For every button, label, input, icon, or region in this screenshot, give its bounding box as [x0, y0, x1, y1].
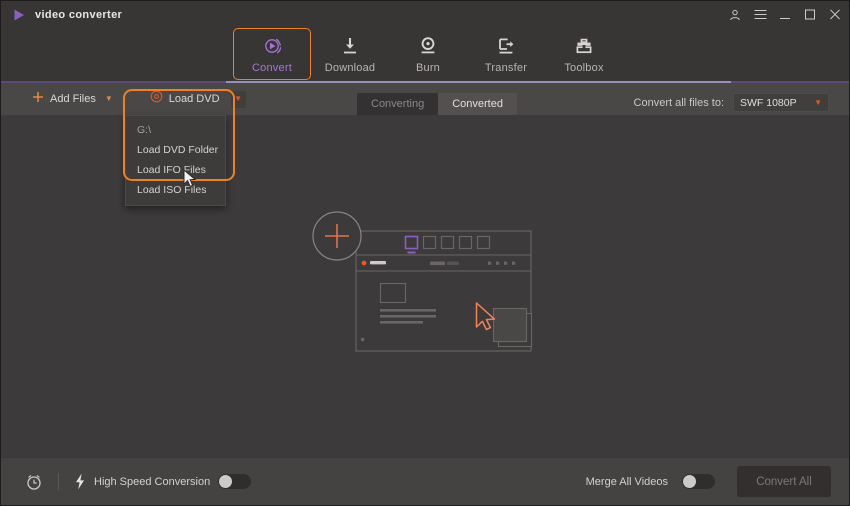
divider: [58, 472, 59, 491]
convert-all-to-label: Convert all files to:: [633, 96, 724, 109]
menu-icon[interactable]: [753, 8, 767, 22]
nav-tab-label: Download: [324, 61, 376, 74]
status-tabs: Converting Converted: [357, 93, 517, 116]
high-speed-conversion-group: High Speed Conversion: [74, 473, 252, 490]
app-window: video converter Convert Download Burn Tr…: [0, 0, 850, 506]
empty-state-illustration: [312, 210, 540, 370]
format-select[interactable]: SWF 1080P ▼: [733, 93, 829, 112]
main-nav: Convert Download Burn Transfer Toolbox: [1, 28, 849, 83]
caret-glyph: ▼: [234, 94, 242, 103]
minimize-icon[interactable]: [778, 8, 792, 22]
load-dvd-label: Load DVD: [168, 93, 220, 105]
nav-tab-download[interactable]: Download: [311, 28, 389, 80]
high-speed-conversion-label: High Speed Conversion: [94, 475, 211, 488]
nav-tab-label: Toolbox: [564, 61, 604, 74]
transfer-icon: [495, 35, 517, 57]
toggle-knob: [683, 475, 696, 488]
nav-tab-label: Burn: [415, 61, 441, 74]
convert-all-to: Convert all files to: SWF 1080P ▼: [634, 93, 829, 112]
add-files-button[interactable]: Add Files: [28, 88, 100, 110]
bottom-right-group: Merge All Videos Convert All: [585, 466, 849, 497]
lightning-bolt-icon: [74, 473, 86, 490]
nav-items: Convert Download Burn Transfer Toolbox: [233, 28, 623, 83]
tab-converting[interactable]: Converting: [357, 93, 439, 116]
convert-icon: [261, 35, 283, 57]
play-triangle-icon: [12, 8, 26, 22]
bottom-left-group: High Speed Conversion: [1, 472, 252, 491]
app-title: video converter: [35, 8, 123, 21]
merge-all-videos-label: Merge All Videos: [585, 475, 668, 488]
menu-item-load-dvd-folder[interactable]: Load DVD Folder: [126, 140, 225, 160]
download-icon: [339, 35, 361, 57]
window-controls: [728, 1, 842, 28]
alarm-clock-icon[interactable]: [25, 473, 43, 491]
nav-tab-toolbox[interactable]: Toolbox: [545, 28, 623, 80]
load-dvd-menu: G:\ Load DVD Folder Load IFO Files Load …: [125, 115, 226, 207]
merge-all-videos-toggle[interactable]: [682, 474, 715, 489]
close-icon[interactable]: [828, 8, 842, 22]
menu-item-load-iso-files[interactable]: Load ISO Files: [126, 180, 225, 200]
add-files-label: Add Files: [50, 93, 96, 105]
nav-tab-burn[interactable]: Burn: [389, 28, 467, 80]
account-icon[interactable]: [728, 8, 742, 22]
maximize-icon[interactable]: [803, 8, 817, 22]
burn-icon: [417, 35, 439, 57]
title-bar: video converter: [1, 1, 849, 28]
plus-icon: [32, 90, 44, 108]
chevron-down-icon: ▼: [814, 98, 822, 107]
toolbox-icon: [573, 35, 595, 57]
load-dvd-caret-icon[interactable]: ▼: [230, 90, 246, 108]
nav-tab-transfer[interactable]: Transfer: [467, 28, 545, 80]
disc-icon: [150, 90, 163, 108]
menu-item-drive[interactable]: G:\: [126, 120, 225, 140]
nav-tab-label: Convert: [252, 61, 292, 74]
load-dvd-button[interactable]: Load DVD: [146, 88, 224, 110]
nav-tab-convert[interactable]: Convert: [233, 28, 311, 80]
high-speed-conversion-toggle[interactable]: [218, 474, 252, 489]
tab-converted[interactable]: Converted: [438, 93, 517, 116]
toggle-knob: [219, 475, 233, 488]
menu-item-load-ifo-files[interactable]: Load IFO Files: [126, 160, 225, 180]
format-select-value: SWF 1080P: [740, 96, 797, 109]
brand: video converter: [1, 8, 122, 22]
nav-tab-label: Transfer: [484, 61, 528, 74]
bottom-bar: High Speed Conversion Merge All Videos C…: [1, 457, 849, 505]
add-files-caret-icon[interactable]: ▼: [105, 95, 113, 103]
convert-all-button[interactable]: Convert All: [737, 466, 831, 497]
